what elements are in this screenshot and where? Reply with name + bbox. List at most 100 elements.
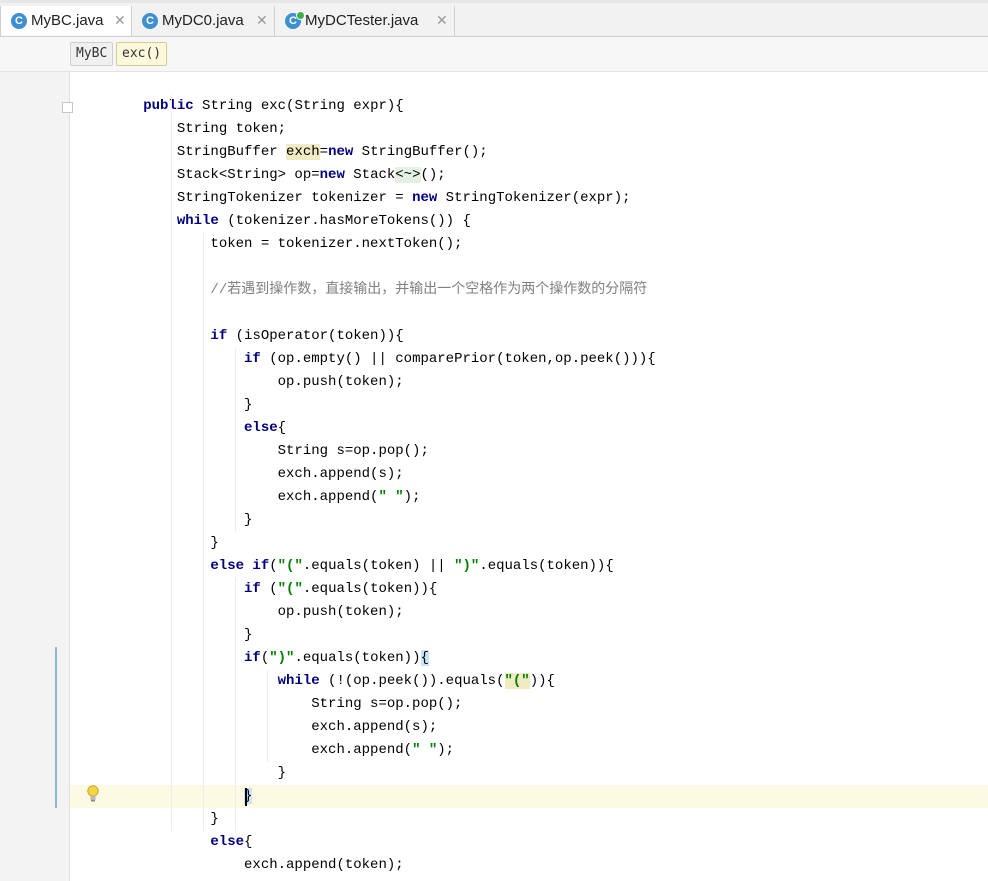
code-line[interactable]: 44 else{: [0, 417, 988, 440]
code-line[interactable]: 46 exch.append(s);: [0, 463, 988, 486]
token: Stack<String> op=: [76, 167, 320, 183]
tab-mydc0-java[interactable]: C MyDC0.java ✕: [132, 6, 275, 36]
token: StringBuffer: [76, 144, 287, 160]
token: (: [269, 558, 278, 574]
code-line[interactable]: 53 }: [0, 624, 988, 647]
code-line[interactable]: 49 }: [0, 532, 988, 555]
code-text: exch.append(token);: [76, 854, 404, 877]
token: {: [244, 834, 253, 850]
code-line[interactable]: 61 }: [0, 808, 988, 831]
code-line[interactable]: 60 }: [8, 785, 988, 808]
run-marker-icon: [296, 11, 305, 20]
token-kw: else: [210, 834, 245, 850]
code-line[interactable]: 57 exch.append(s);: [0, 716, 988, 739]
code-line[interactable]: 35 while (tokenizer.hasMoreTokens()) {: [0, 210, 988, 233]
close-icon[interactable]: ✕: [114, 12, 126, 29]
code-text: }: [76, 785, 253, 808]
token-kw: new: [412, 190, 438, 206]
code-line[interactable]: 34 StringTokenizer tokenizer = new Strin…: [0, 187, 988, 210]
code-text: }: [76, 624, 252, 647]
code-line[interactable]: 45 String s=op.pop();: [0, 440, 988, 463]
tab-bar-top-line: [0, 0, 988, 3]
class-icon: C: [11, 13, 27, 29]
code-text: else if("(".equals(token) || ")".equals(…: [76, 555, 613, 578]
token: Stack: [344, 167, 396, 183]
code-line[interactable]: 47 exch.append(" ");: [0, 486, 988, 509]
code-line[interactable]: 48 }: [0, 509, 988, 532]
tab-mybc-java[interactable]: C MyBC.java ✕: [0, 6, 132, 36]
code-line[interactable]: 33 Stack<String> op=new Stack<~>();: [0, 164, 988, 187]
line-number-gutter: [0, 72, 73, 881]
token: op.push(token);: [76, 604, 404, 620]
breadcrumb-class[interactable]: MyBC: [70, 42, 114, 66]
code-text: op.push(token);: [76, 371, 404, 394]
code-line[interactable]: 29: [0, 72, 988, 95]
close-icon[interactable]: ✕: [436, 12, 448, 29]
code-line[interactable]: 40 if (isOperator(token)){: [0, 325, 988, 348]
tab-mydctester-java[interactable]: C MyDCTester.java ✕: [275, 6, 455, 36]
code-text: if (isOperator(token)){: [76, 325, 403, 348]
code-line[interactable]: 52 op.push(token);: [0, 601, 988, 624]
code-text: exch.append(s);: [76, 463, 404, 486]
token: );: [437, 742, 455, 758]
code-text: String s=op.pop();: [76, 440, 429, 463]
code-line[interactable]: 38 //若遇到操作数，直接输出，并输出一个空格作为两个操作数的分隔符: [0, 279, 988, 302]
close-icon[interactable]: ✕: [256, 12, 268, 29]
code-line[interactable]: 36 token = tokenizer.nextToken();: [0, 233, 988, 256]
code-line[interactable]: 42 op.push(token);: [0, 371, 988, 394]
code-line[interactable]: 58 exch.append(" ");: [0, 739, 988, 762]
code-line[interactable]: 56 String s=op.pop();: [0, 693, 988, 716]
token: token = tokenizer.nextToken();: [76, 236, 463, 252]
code-text: }: [76, 509, 252, 532]
code-text: String s=op.pop();: [76, 693, 462, 716]
code-line[interactable]: 62 else{: [0, 831, 988, 854]
code-text: }: [76, 532, 218, 555]
code-line[interactable]: 37: [0, 256, 988, 279]
token: .equals(token)): [294, 650, 421, 666]
code-text: else{: [76, 831, 252, 854]
code-line[interactable]: 59 }: [0, 762, 988, 785]
code-line[interactable]: 43 }: [0, 394, 988, 417]
code-editor[interactable]: 2930 public String exc(String expr){31 S…: [0, 72, 988, 881]
code-text: StringBuffer exch=new StringBuffer();: [76, 141, 488, 164]
code-line[interactable]: 41 if (op.empty() || comparePrior(token,…: [0, 348, 988, 371]
token: (tokenizer.hasMoreTokens()) {: [218, 213, 471, 229]
code-text: if ("(".equals(token)){: [76, 578, 437, 601]
code-line[interactable]: 63 exch.append(token);: [0, 854, 988, 877]
token: exch.append(s);: [76, 719, 438, 735]
token-kw: if: [210, 328, 228, 344]
token-str: "(": [277, 558, 303, 574]
code-line[interactable]: 39: [0, 302, 988, 325]
code-line[interactable]: 55 while (!(op.peek()).equals("(")){: [0, 670, 988, 693]
text-caret: [245, 788, 248, 806]
code-line[interactable]: 54 if(")".equals(token)){: [0, 647, 988, 670]
code-line[interactable]: 30 public String exc(String expr){: [0, 95, 988, 118]
code-line[interactable]: 51 if ("(".equals(token)){: [0, 578, 988, 601]
token: exch.append(token);: [76, 857, 404, 873]
token-kw: while: [176, 213, 219, 229]
token-kw: if: [244, 650, 261, 666]
editor-tab-bar: C MyBC.java ✕ C MyDC0.java ✕ C MyDCTester.java ✕: [0, 0, 988, 37]
code-line[interactable]: 50 else if("(".equals(token) || ")".equa…: [0, 555, 988, 578]
breadcrumb: MyBC exc(): [0, 37, 988, 72]
code-line[interactable]: 31 String token;: [0, 118, 988, 141]
token: }: [76, 512, 253, 528]
token-hl: exch: [286, 144, 320, 160]
fold-marker-icon[interactable]: [62, 102, 73, 113]
token: (op.empty() || comparePrior(token,op.pee…: [260, 351, 656, 367]
breadcrumb-method[interactable]: exc(): [116, 42, 168, 66]
token-kw: else: [244, 420, 278, 436]
lightbulb-icon[interactable]: [86, 785, 100, 803]
code-text: while (!(op.peek()).equals("(")){: [76, 670, 555, 693]
code-text: //若遇到操作数，直接输出，并输出一个空格作为两个操作数的分隔符: [76, 279, 647, 302]
token-str: "(": [277, 581, 303, 597]
code-line[interactable]: 32 StringBuffer exch=new StringBuffer();: [0, 141, 988, 164]
token-kw: if: [244, 351, 261, 367]
token-cmt: //若遇到操作数，直接输出，并输出一个空格作为两个操作数的分隔符: [210, 282, 648, 298]
code-text: }: [76, 394, 252, 417]
